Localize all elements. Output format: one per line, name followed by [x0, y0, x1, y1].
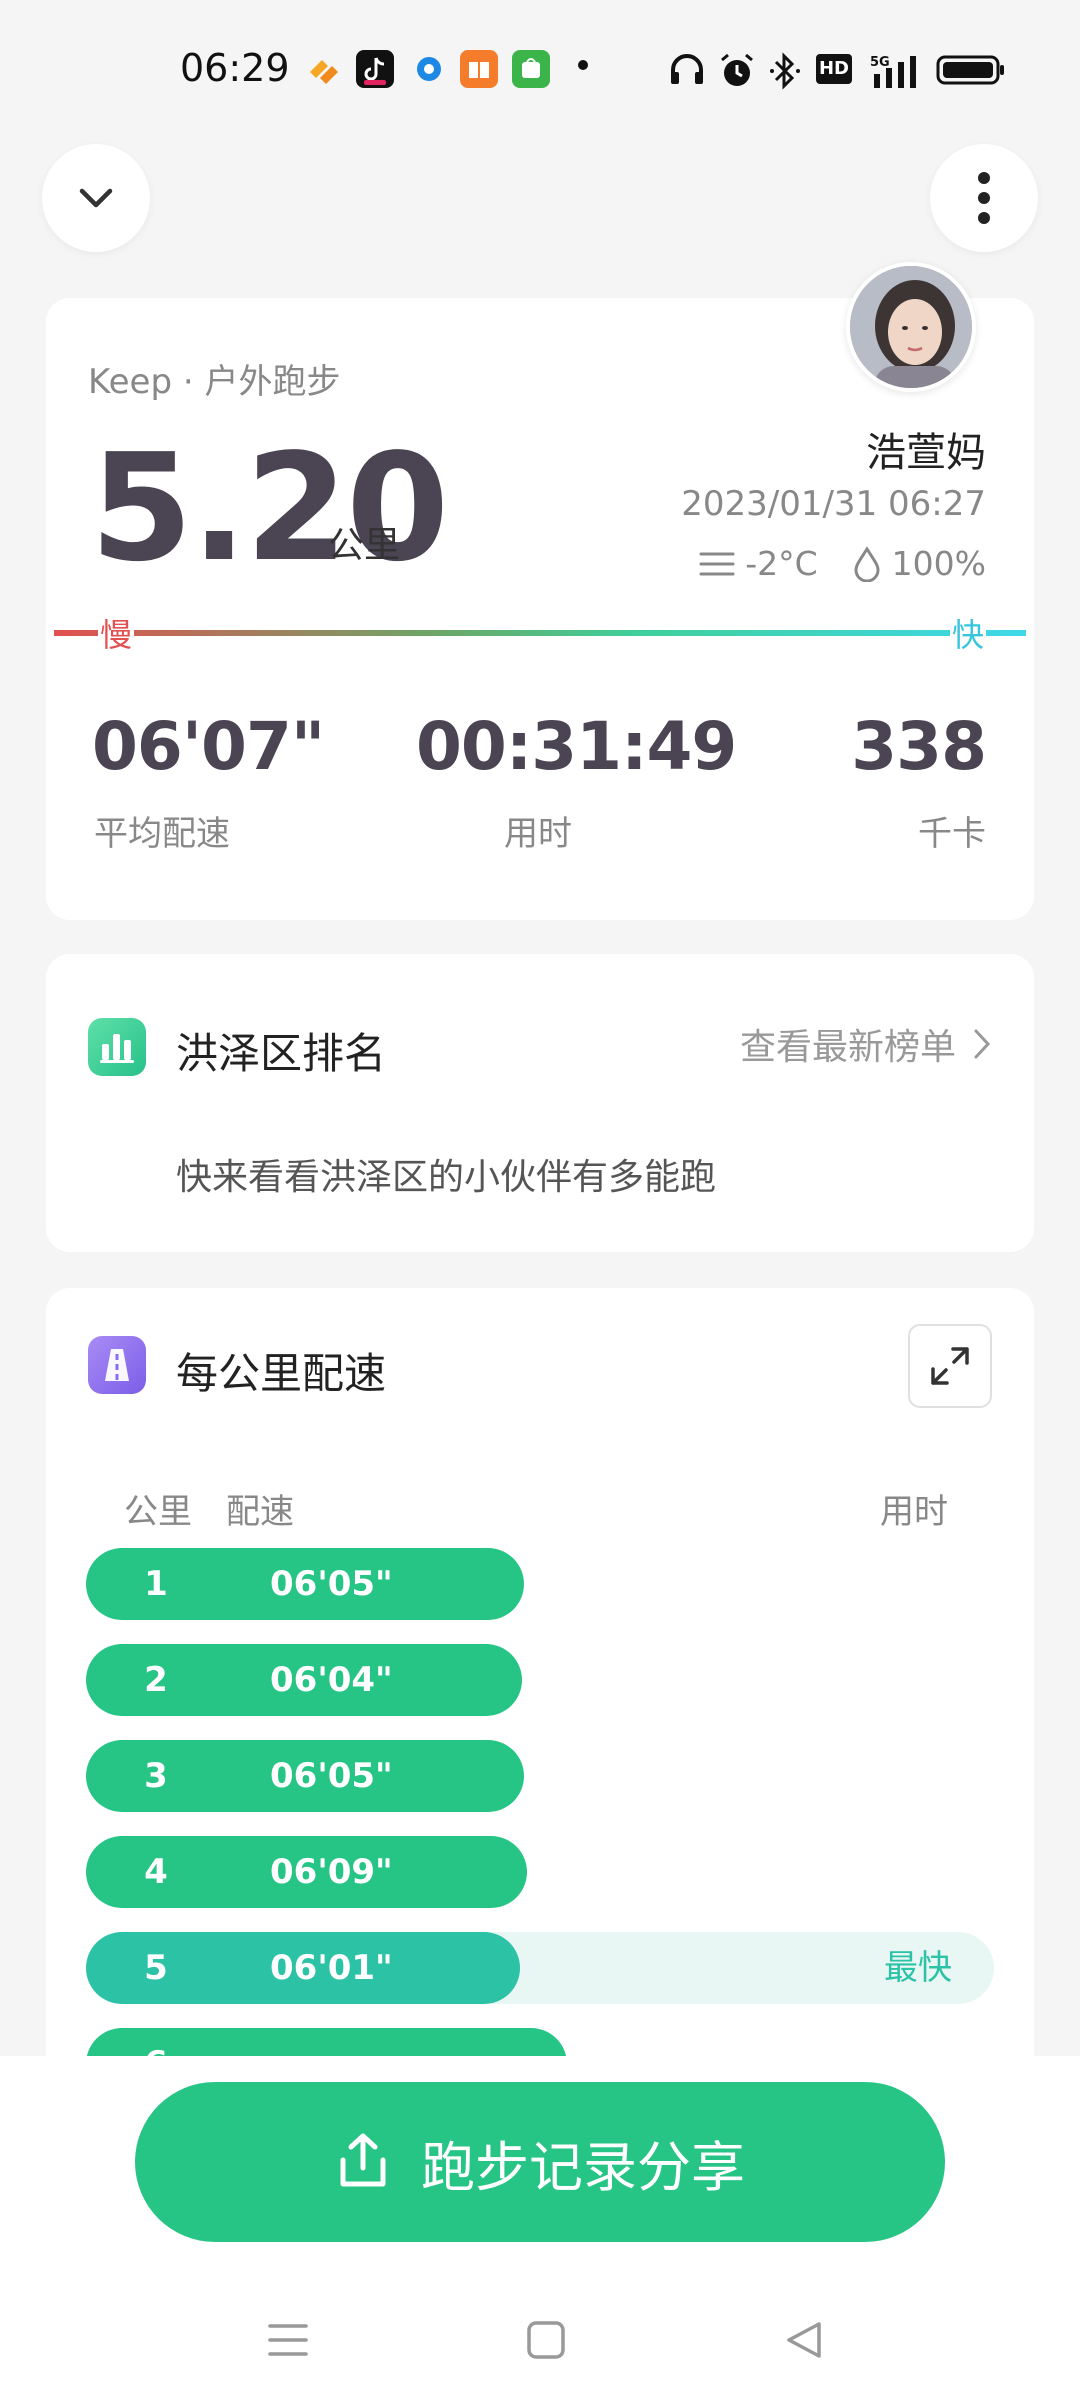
menu-icon: [268, 2324, 308, 2356]
nav-menu-button[interactable]: [258, 2310, 318, 2370]
hd-icon: HD: [816, 54, 852, 84]
chevron-right-icon: [974, 1029, 991, 1059]
humidity: 100%: [891, 544, 986, 583]
split-row: 3 06'05": [86, 1740, 994, 1812]
chevron-down-icon: [79, 188, 113, 208]
battery-icon: [936, 52, 1006, 88]
username: 浩萱妈: [866, 430, 986, 476]
col-header-pace: 配速: [226, 1492, 294, 1532]
split-row: 2 06'04": [86, 1644, 994, 1716]
status-bar: 06:29 HD 5G: [0, 0, 1080, 140]
more-vertical-icon: [978, 172, 990, 224]
run-datetime: 2023/01/31 06:27: [681, 484, 986, 524]
square-home-icon: [527, 2321, 565, 2359]
view-leaderboard-label: 查看最新榜单: [739, 1027, 956, 1068]
col-header-km: 公里: [124, 1492, 192, 1532]
duration-value: 00:31:49: [416, 708, 737, 785]
back-triangle-icon: [787, 2322, 821, 2358]
dot-icon: [578, 60, 588, 70]
headphones-icon: [668, 52, 706, 88]
calories-label: 千卡: [918, 814, 986, 854]
avg-pace-value: 06'07": [92, 708, 325, 785]
nav-back-button[interactable]: [774, 2310, 834, 2370]
tiktok-icon: [356, 50, 394, 88]
ranking-card[interactable]: 洪泽区排名 查看最新榜单 快来看看洪泽区的小伙伴有多能跑: [46, 954, 1034, 1252]
split-row: 1 06'05": [86, 1548, 994, 1620]
fast-label: 快: [949, 610, 986, 656]
fog-icon: [699, 552, 735, 575]
split-row-fastest: 5 06'01" 最快: [86, 1932, 994, 2004]
split-pace: 06'09": [270, 1852, 393, 1892]
browser-icon: [410, 50, 448, 88]
split-km: 5: [144, 1948, 168, 1988]
store-icon: [512, 50, 550, 88]
bluetooth-icon: [768, 52, 802, 90]
slow-label: 慢: [98, 610, 135, 656]
share-run-label: 跑步记录分享: [421, 2135, 745, 2199]
col-header-time: 用时: [880, 1492, 948, 1532]
temperature: -2°C: [745, 544, 818, 583]
5g-signal-icon: 5G: [868, 52, 924, 88]
ranking-title: 洪泽区排名: [176, 1029, 387, 1078]
stack-app-icon: [304, 50, 342, 88]
weather-info: -2°C 100%: [699, 544, 986, 583]
expand-button[interactable]: [908, 1324, 992, 1408]
split-km: 2: [144, 1660, 168, 1700]
split-row: 4 06'09": [86, 1836, 994, 1908]
more-options-button[interactable]: [930, 144, 1038, 252]
split-pace: 06'04": [270, 1660, 393, 1700]
expand-icon: [931, 1347, 969, 1385]
split-pace: 06'05": [270, 1756, 393, 1796]
split-km: 1: [144, 1564, 168, 1604]
distance-value: 5.20: [90, 422, 449, 594]
pace-gradient-line: [54, 630, 1026, 636]
calories-value: 338: [851, 708, 987, 785]
split-pace: 06'05": [270, 1564, 393, 1604]
view-leaderboard-link[interactable]: 查看最新榜单: [740, 1018, 992, 1070]
distance-unit: 公里: [328, 525, 401, 566]
ranking-subtitle: 快来看看洪泽区的小伙伴有多能跑: [176, 1157, 717, 1198]
splits-card: 每公里配速 公里 配速 用时 1 06'05" 2 06'04" 3 06'05" 4 06'…: [46, 1288, 1034, 2100]
svg-text:5G: 5G: [870, 55, 890, 70]
road-icon: [88, 1336, 146, 1394]
avatar[interactable]: [846, 262, 976, 392]
avg-pace-label: 平均配速: [94, 814, 230, 854]
split-pace: 06'01": [270, 1948, 393, 1988]
split-km: 4: [144, 1852, 168, 1892]
share-run-button[interactable]: 跑步记录分享: [135, 2082, 945, 2242]
split-km: 3: [144, 1756, 168, 1796]
nav-home-button[interactable]: [516, 2310, 576, 2370]
alarm-icon: [718, 52, 756, 88]
reader-icon: [460, 50, 498, 88]
humidity-drop-icon: [854, 545, 880, 582]
share-icon: [340, 2133, 386, 2187]
run-summary-card: Keep · 户外跑步 5.20 公里 浩萱妈 2023/01/31 06:27…: [46, 262, 1034, 920]
collapse-button[interactable]: [42, 144, 150, 252]
run-source: Keep · 户外跑步: [88, 362, 341, 402]
splits-title: 每公里配速: [176, 1349, 387, 1398]
status-time: 06:29: [180, 46, 290, 90]
ranking-chart-icon: [88, 1018, 146, 1076]
fastest-label: 最快: [884, 1948, 952, 1988]
duration-label: 用时: [504, 814, 572, 854]
